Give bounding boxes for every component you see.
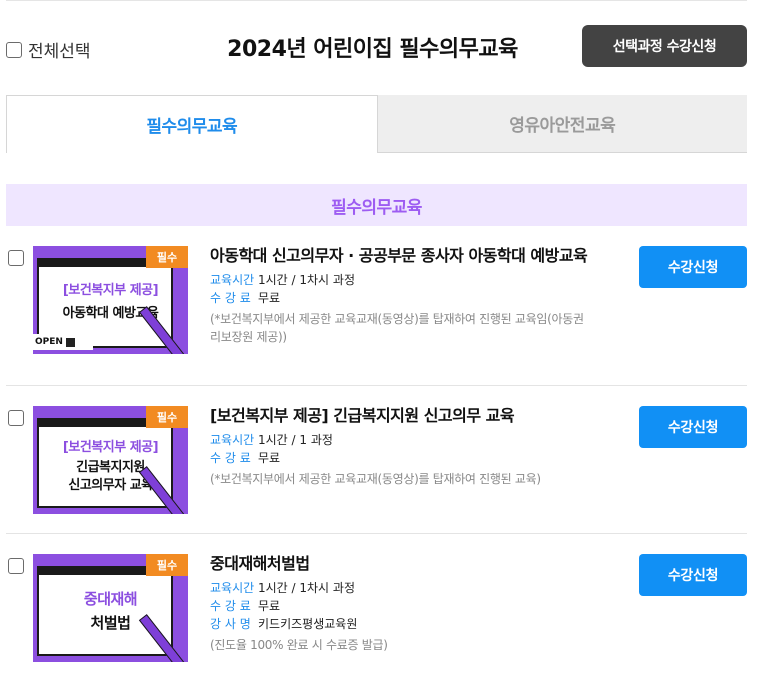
course-thumbnail: 필수 [보건복지부 제공] 아동학대 예방교육 OPEN xyxy=(33,246,188,354)
enroll-button[interactable]: 수강신청 xyxy=(639,554,747,596)
course-note: (*보건복지부에서 제공한 교육교재(동영상)를 탑재하여 진행된 교육임(아동… xyxy=(210,312,584,344)
open-badge-label: OPEN xyxy=(35,337,63,347)
fee-value: 무료 xyxy=(258,599,281,613)
category-tabs: 필수의무교육 영유아안전교육 xyxy=(6,95,747,153)
course-title[interactable]: [보건복지부 제공] 긴급복지지원 신고의무 교육 xyxy=(210,406,590,425)
course-info: 중대재해처벌법 교육시간 1시간 / 1차시 과정 수 강 료 무료 강 사 명 키드… xyxy=(210,554,590,654)
course-note: (*보건복지부에서 제공한 교육교재(동영상)를 탑재하여 진행된 교육) xyxy=(210,472,541,486)
required-badge: 필수 xyxy=(146,406,188,428)
fee-value: 무료 xyxy=(258,291,281,305)
thumbnail-line1: [보건복지부 제공] xyxy=(62,283,159,298)
fee-label: 수 강 료 xyxy=(210,451,251,465)
course-title[interactable]: 중대재해처벌법 xyxy=(210,554,590,573)
fee-value: 무료 xyxy=(258,451,281,465)
instructor-label: 강 사 명 xyxy=(210,617,251,631)
required-badge: 필수 xyxy=(146,554,188,576)
course-thumbnail: 필수 [보건복지부 제공] 긴급복지지원 신고의무자 교육 xyxy=(33,406,188,514)
time-label: 교육시간 xyxy=(210,581,255,595)
thumbnail-line1: [보건복지부 제공] xyxy=(62,440,159,455)
time-label: 교육시간 xyxy=(210,273,255,287)
course-row: 필수 [보건복지부 제공] 긴급복지지원 신고의무자 교육 [보건복지부 제공]… xyxy=(6,406,747,516)
instructor-value: 키드키즈평생교육원 xyxy=(258,617,358,631)
badge-icon xyxy=(65,337,75,347)
apply-selected-button[interactable]: 선택과정 수강신청 xyxy=(582,25,747,67)
enroll-button[interactable]: 수강신청 xyxy=(639,246,747,288)
course-checkbox[interactable] xyxy=(8,250,24,266)
open-badge: OPEN xyxy=(33,334,93,350)
course-row: 필수 중대재해 처벌법 중대재해처벌법 교육시간 1시간 / 1차시 과정 수 강… xyxy=(6,554,747,664)
thumbnail-line1: 중대재해 xyxy=(83,590,138,608)
thumbnail-card xyxy=(37,566,173,656)
course-checkbox[interactable] xyxy=(8,410,24,426)
course-row: 필수 [보건복지부 제공] 아동학대 예방교육 OPEN 아동학대 신고의무자 … xyxy=(6,246,747,356)
time-label: 교육시간 xyxy=(210,433,255,447)
course-note: (진도율 100% 완료 시 수료증 발급) xyxy=(210,638,388,652)
required-badge: 필수 xyxy=(146,246,188,268)
course-meta: 교육시간 1시간 / 1차시 과정 수 강 료 무료 강 사 명 키드키즈평생교육원 xyxy=(210,579,590,633)
time-value: 1시간 / 1차시 과정 xyxy=(258,273,355,287)
thumbnail-line2: 처벌법 xyxy=(90,614,131,632)
thumbnail-line2: 아동학대 예방교육 xyxy=(62,306,159,321)
fee-label: 수 강 료 xyxy=(210,291,251,305)
course-info: 아동학대 신고의무자 · 공공부문 종사자 아동학대 예방교육 교육시간 1시간 … xyxy=(210,246,590,346)
thumbnail-line2: 긴급복지지원 xyxy=(76,460,145,475)
row-divider xyxy=(6,385,747,386)
course-info: [보건복지부 제공] 긴급복지지원 신고의무 교육 교육시간 1시간 / 1 과정… xyxy=(210,406,590,488)
tab-child-safety[interactable]: 영유아안전교육 xyxy=(377,95,747,153)
course-meta: 교육시간 1시간 / 1차시 과정 수 강 료 무료 xyxy=(210,271,590,307)
row-divider xyxy=(6,533,747,534)
course-title[interactable]: 아동학대 신고의무자 · 공공부문 종사자 아동학대 예방교육 xyxy=(210,246,590,265)
fee-label: 수 강 료 xyxy=(210,599,251,613)
section-title: 필수의무교육 xyxy=(6,184,747,226)
time-value: 1시간 / 1차시 과정 xyxy=(258,581,355,595)
course-checkbox[interactable] xyxy=(8,558,24,574)
enroll-button[interactable]: 수강신청 xyxy=(639,406,747,448)
time-value: 1시간 / 1 과정 xyxy=(258,433,333,447)
course-meta: 교육시간 1시간 / 1 과정 수 강 료 무료 xyxy=(210,431,590,467)
page-header: 전체선택 2024년 어린이집 필수의무교육 선택과정 수강신청 xyxy=(0,0,762,90)
course-thumbnail: 필수 중대재해 처벌법 xyxy=(33,554,188,662)
tab-mandatory[interactable]: 필수의무교육 xyxy=(6,95,378,153)
